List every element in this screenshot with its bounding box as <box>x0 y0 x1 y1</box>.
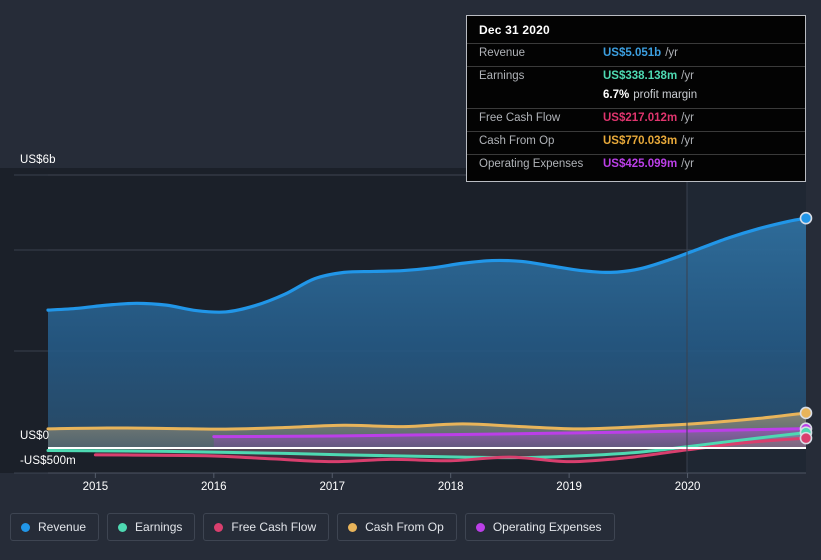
y-axis-label-max: US$6b <box>20 154 56 166</box>
tooltip-row: Operating Expenses US$425.099m/yr <box>467 154 805 177</box>
legend-item-operating-expenses[interactable]: Operating Expenses <box>464 513 615 541</box>
legend-item-cash-from-op[interactable]: Cash From Op <box>337 513 457 541</box>
legend-item-label: Operating Expenses <box>492 520 602 534</box>
x-axis: 2015 2016 2017 2018 2019 2020 <box>0 481 821 503</box>
x-axis-tick-2016: 2016 <box>201 481 227 493</box>
tooltip-row: Earnings US$338.138m/yr <box>467 66 805 89</box>
tooltip-row-unit: /yr <box>681 70 694 82</box>
tooltip-row: 6.7% profit margin <box>467 89 805 108</box>
legend-color-dot-icon <box>348 522 358 532</box>
y-axis-label-zero: US$0 <box>20 430 50 442</box>
tooltip-row-value: 6.7% <box>603 89 630 101</box>
data-tooltip: Dec 31 2020 Revenue US$5.051b/yr Earnings U… <box>466 15 806 182</box>
legend-item-label: Earnings <box>135 520 183 534</box>
legend-item-earnings[interactable]: Earnings <box>107 513 196 541</box>
x-axis-tick-2015: 2015 <box>82 481 109 493</box>
legend-item-label: Cash From Op <box>365 520 444 534</box>
tooltip-row-unit: /yr <box>665 47 678 59</box>
chart-legend[interactable]: Revenue Earnings Free Cash Flow Cash From O… <box>10 513 615 541</box>
x-axis-tick-2017: 2017 <box>319 481 346 493</box>
tooltip-row-value: US$5.051b <box>603 47 662 59</box>
tooltip-date: Dec 31 2020 <box>479 23 550 37</box>
tooltip-row-label: Free Cash Flow <box>479 112 561 124</box>
tooltip-row-label: Earnings <box>479 70 525 82</box>
tooltip-row: Free Cash Flow US$217.012m/yr <box>467 108 805 131</box>
legend-item-label: Revenue <box>38 520 87 534</box>
tooltip-row: Cash From Op US$770.033m/yr <box>467 131 805 154</box>
y-axis-label-min: -US$500m <box>20 455 76 467</box>
tooltip-row: Revenue US$5.051b/yr <box>467 43 805 66</box>
tooltip-row-value: US$338.138m <box>603 70 678 82</box>
tooltip-row-unit: /yr <box>681 158 694 170</box>
chart-root: US$6b US$0 -US$500m 2015 2016 2017 2018 2019… <box>0 0 821 560</box>
tooltip-rows: Revenue US$5.051b/yr Earnings US$338.138m/y… <box>467 43 805 177</box>
legend-color-dot-icon <box>475 522 485 532</box>
legend-color-dot-icon <box>118 522 128 532</box>
legend-color-dot-icon <box>214 522 224 532</box>
x-axis-tick-2020: 2020 <box>674 481 701 493</box>
tooltip-row-unit: /yr <box>681 112 694 124</box>
legend-item-label: Free Cash Flow <box>231 520 317 534</box>
tooltip-row-label: Revenue <box>479 47 526 59</box>
tooltip-row-label: Operating Expenses <box>479 158 584 170</box>
x-axis-tick-2018: 2018 <box>437 481 464 493</box>
tooltip-row-value: US$425.099m <box>603 158 678 170</box>
legend-color-dot-icon <box>21 522 30 532</box>
legend-item-revenue[interactable]: Revenue <box>10 513 100 541</box>
tooltip-row-unit: profit margin <box>633 89 698 101</box>
legend-item-free-cash-flow[interactable]: Free Cash Flow <box>203 513 330 541</box>
tooltip-row-value: US$217.012m <box>603 112 678 124</box>
x-axis-tick-2019: 2019 <box>556 481 582 493</box>
tooltip-row-unit: /yr <box>681 135 694 147</box>
tooltip-row-label: Cash From Op <box>479 135 555 147</box>
tooltip-row-value: US$770.033m <box>603 135 678 147</box>
